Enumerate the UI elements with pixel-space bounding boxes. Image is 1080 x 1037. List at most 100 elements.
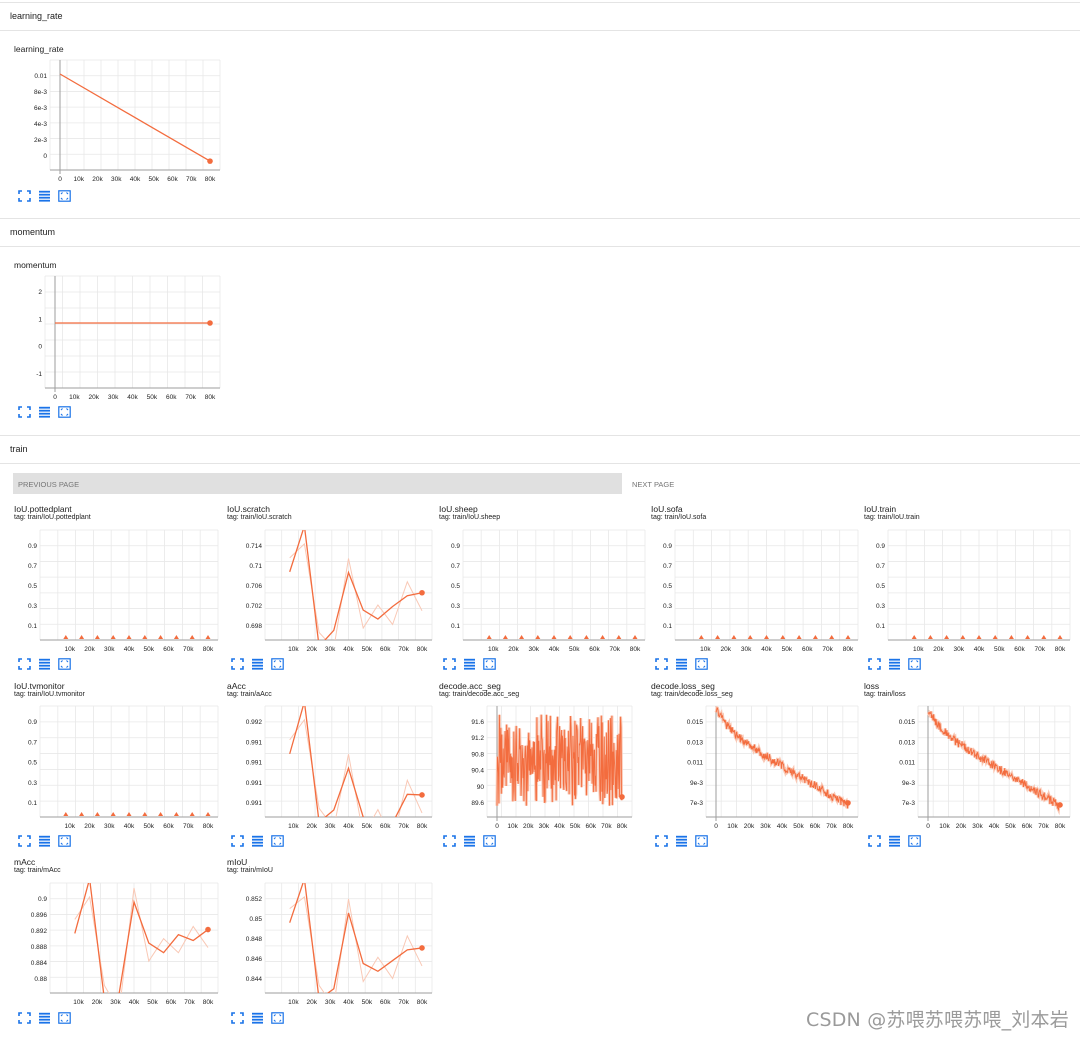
fit-domain-icon[interactable]	[58, 658, 71, 670]
x-tick-label: 60k	[1014, 646, 1025, 653]
y-tick-label: 2	[38, 289, 42, 296]
chart-tag: tag: train/mIoU	[227, 867, 273, 874]
x-tick-label: 50k	[147, 394, 158, 401]
series-group	[289, 530, 423, 640]
data-point	[976, 635, 982, 639]
data-point	[1008, 635, 1014, 639]
y-tick-label: 0.1	[28, 623, 37, 630]
next-page-button[interactable]: NEXT PAGE	[632, 480, 674, 489]
x-tick-label: 30k	[741, 646, 752, 653]
chart-toolbar	[231, 835, 284, 847]
x-tick-label: 50k	[570, 823, 581, 830]
x-tick-label: 30k	[108, 394, 119, 401]
x-tick-label: 70k	[183, 646, 194, 653]
fit-domain-icon[interactable]	[695, 658, 708, 670]
data-point	[829, 635, 835, 639]
y-tick-label: 0.01	[34, 73, 47, 80]
list-icon[interactable]	[38, 406, 51, 418]
fit-domain-icon[interactable]	[58, 1012, 71, 1024]
expand-icon[interactable]	[231, 658, 244, 670]
expand-icon[interactable]	[868, 658, 881, 670]
list-icon[interactable]	[38, 190, 51, 202]
chart-title: IoU.sofa	[651, 504, 683, 514]
expand-icon[interactable]	[443, 658, 456, 670]
list-icon[interactable]	[251, 1012, 264, 1024]
data-point	[207, 320, 213, 326]
expand-icon[interactable]	[18, 1012, 31, 1024]
x-tick-label: 20k	[92, 999, 103, 1006]
list-icon[interactable]	[888, 658, 901, 670]
list-icon[interactable]	[675, 658, 688, 670]
x-tick-label: 60k	[166, 999, 177, 1006]
data-point	[1057, 635, 1063, 639]
list-icon[interactable]	[38, 835, 51, 847]
list-icon[interactable]	[463, 835, 476, 847]
series-raw	[74, 887, 209, 993]
fit-domain-icon[interactable]	[908, 658, 921, 670]
y-tick-label: 0.7	[28, 739, 37, 746]
fit-domain-icon[interactable]	[58, 190, 71, 202]
x-tick-label: 80k	[1055, 823, 1066, 830]
expand-icon[interactable]	[231, 1012, 244, 1024]
chart-tag: tag: train/decode.loss_seg	[651, 691, 733, 698]
data-point	[94, 635, 100, 639]
y-tick-label: 0.9	[28, 719, 37, 726]
fit-domain-icon[interactable]	[483, 835, 496, 847]
y-tick-label: 7e-3	[902, 800, 915, 807]
section-header-train[interactable]: train	[0, 435, 1080, 464]
fit-domain-icon[interactable]	[271, 1012, 284, 1024]
y-tick-label: 0.844	[246, 976, 263, 983]
x-tick-label: 60k	[589, 646, 600, 653]
data-point	[126, 812, 132, 816]
expand-icon[interactable]	[868, 835, 881, 847]
expand-icon[interactable]	[18, 835, 31, 847]
series-group	[74, 883, 209, 993]
list-icon[interactable]	[675, 835, 688, 847]
x-tick-label: 80k	[205, 176, 216, 183]
list-icon[interactable]	[888, 835, 901, 847]
expand-icon[interactable]	[231, 835, 244, 847]
expand-icon[interactable]	[18, 190, 31, 202]
y-tick-label: 4e-3	[34, 121, 47, 128]
x-tick-label: 70k	[1038, 823, 1049, 830]
list-icon[interactable]	[463, 658, 476, 670]
chart-tag: tag: train/loss	[864, 691, 906, 698]
y-tick-label: 1	[38, 316, 42, 323]
x-tick-label: 20k	[721, 646, 732, 653]
data-point	[845, 635, 851, 639]
series-line	[74, 883, 209, 993]
data-point	[173, 635, 179, 639]
x-tick-label: 10k	[65, 646, 76, 653]
x-tick-label: 80k	[417, 999, 428, 1006]
fit-domain-icon[interactable]	[271, 658, 284, 670]
list-icon[interactable]	[38, 1012, 51, 1024]
y-tick-label: 0.888	[31, 944, 48, 951]
fit-domain-icon[interactable]	[908, 835, 921, 847]
expand-icon[interactable]	[655, 658, 668, 670]
list-icon[interactable]	[251, 835, 264, 847]
section-header-learning-rate[interactable]: learning_rate	[0, 2, 1080, 31]
fit-domain-icon[interactable]	[58, 406, 71, 418]
fit-domain-icon[interactable]	[58, 835, 71, 847]
x-tick-label: 70k	[826, 823, 837, 830]
x-tick-label: 40k	[777, 823, 788, 830]
expand-icon[interactable]	[443, 835, 456, 847]
list-icon[interactable]	[38, 658, 51, 670]
fit-domain-icon[interactable]	[483, 658, 496, 670]
previous-page-button[interactable]: PREVIOUS PAGE	[13, 473, 622, 494]
expand-icon[interactable]	[18, 658, 31, 670]
x-tick-label: 30k	[110, 999, 121, 1006]
fit-domain-icon[interactable]	[271, 835, 284, 847]
data-point	[126, 635, 132, 639]
x-tick-label: 40k	[989, 823, 1000, 830]
y-tick-label: 0.991	[246, 800, 263, 807]
list-icon[interactable]	[251, 658, 264, 670]
expand-icon[interactable]	[655, 835, 668, 847]
x-tick-label: 80k	[630, 646, 641, 653]
section-header-momentum[interactable]: momentum	[0, 218, 1080, 247]
data-point	[747, 635, 753, 639]
x-tick-label: 10k	[65, 823, 76, 830]
expand-icon[interactable]	[18, 406, 31, 418]
fit-domain-icon[interactable]	[695, 835, 708, 847]
data-point	[1025, 635, 1031, 639]
